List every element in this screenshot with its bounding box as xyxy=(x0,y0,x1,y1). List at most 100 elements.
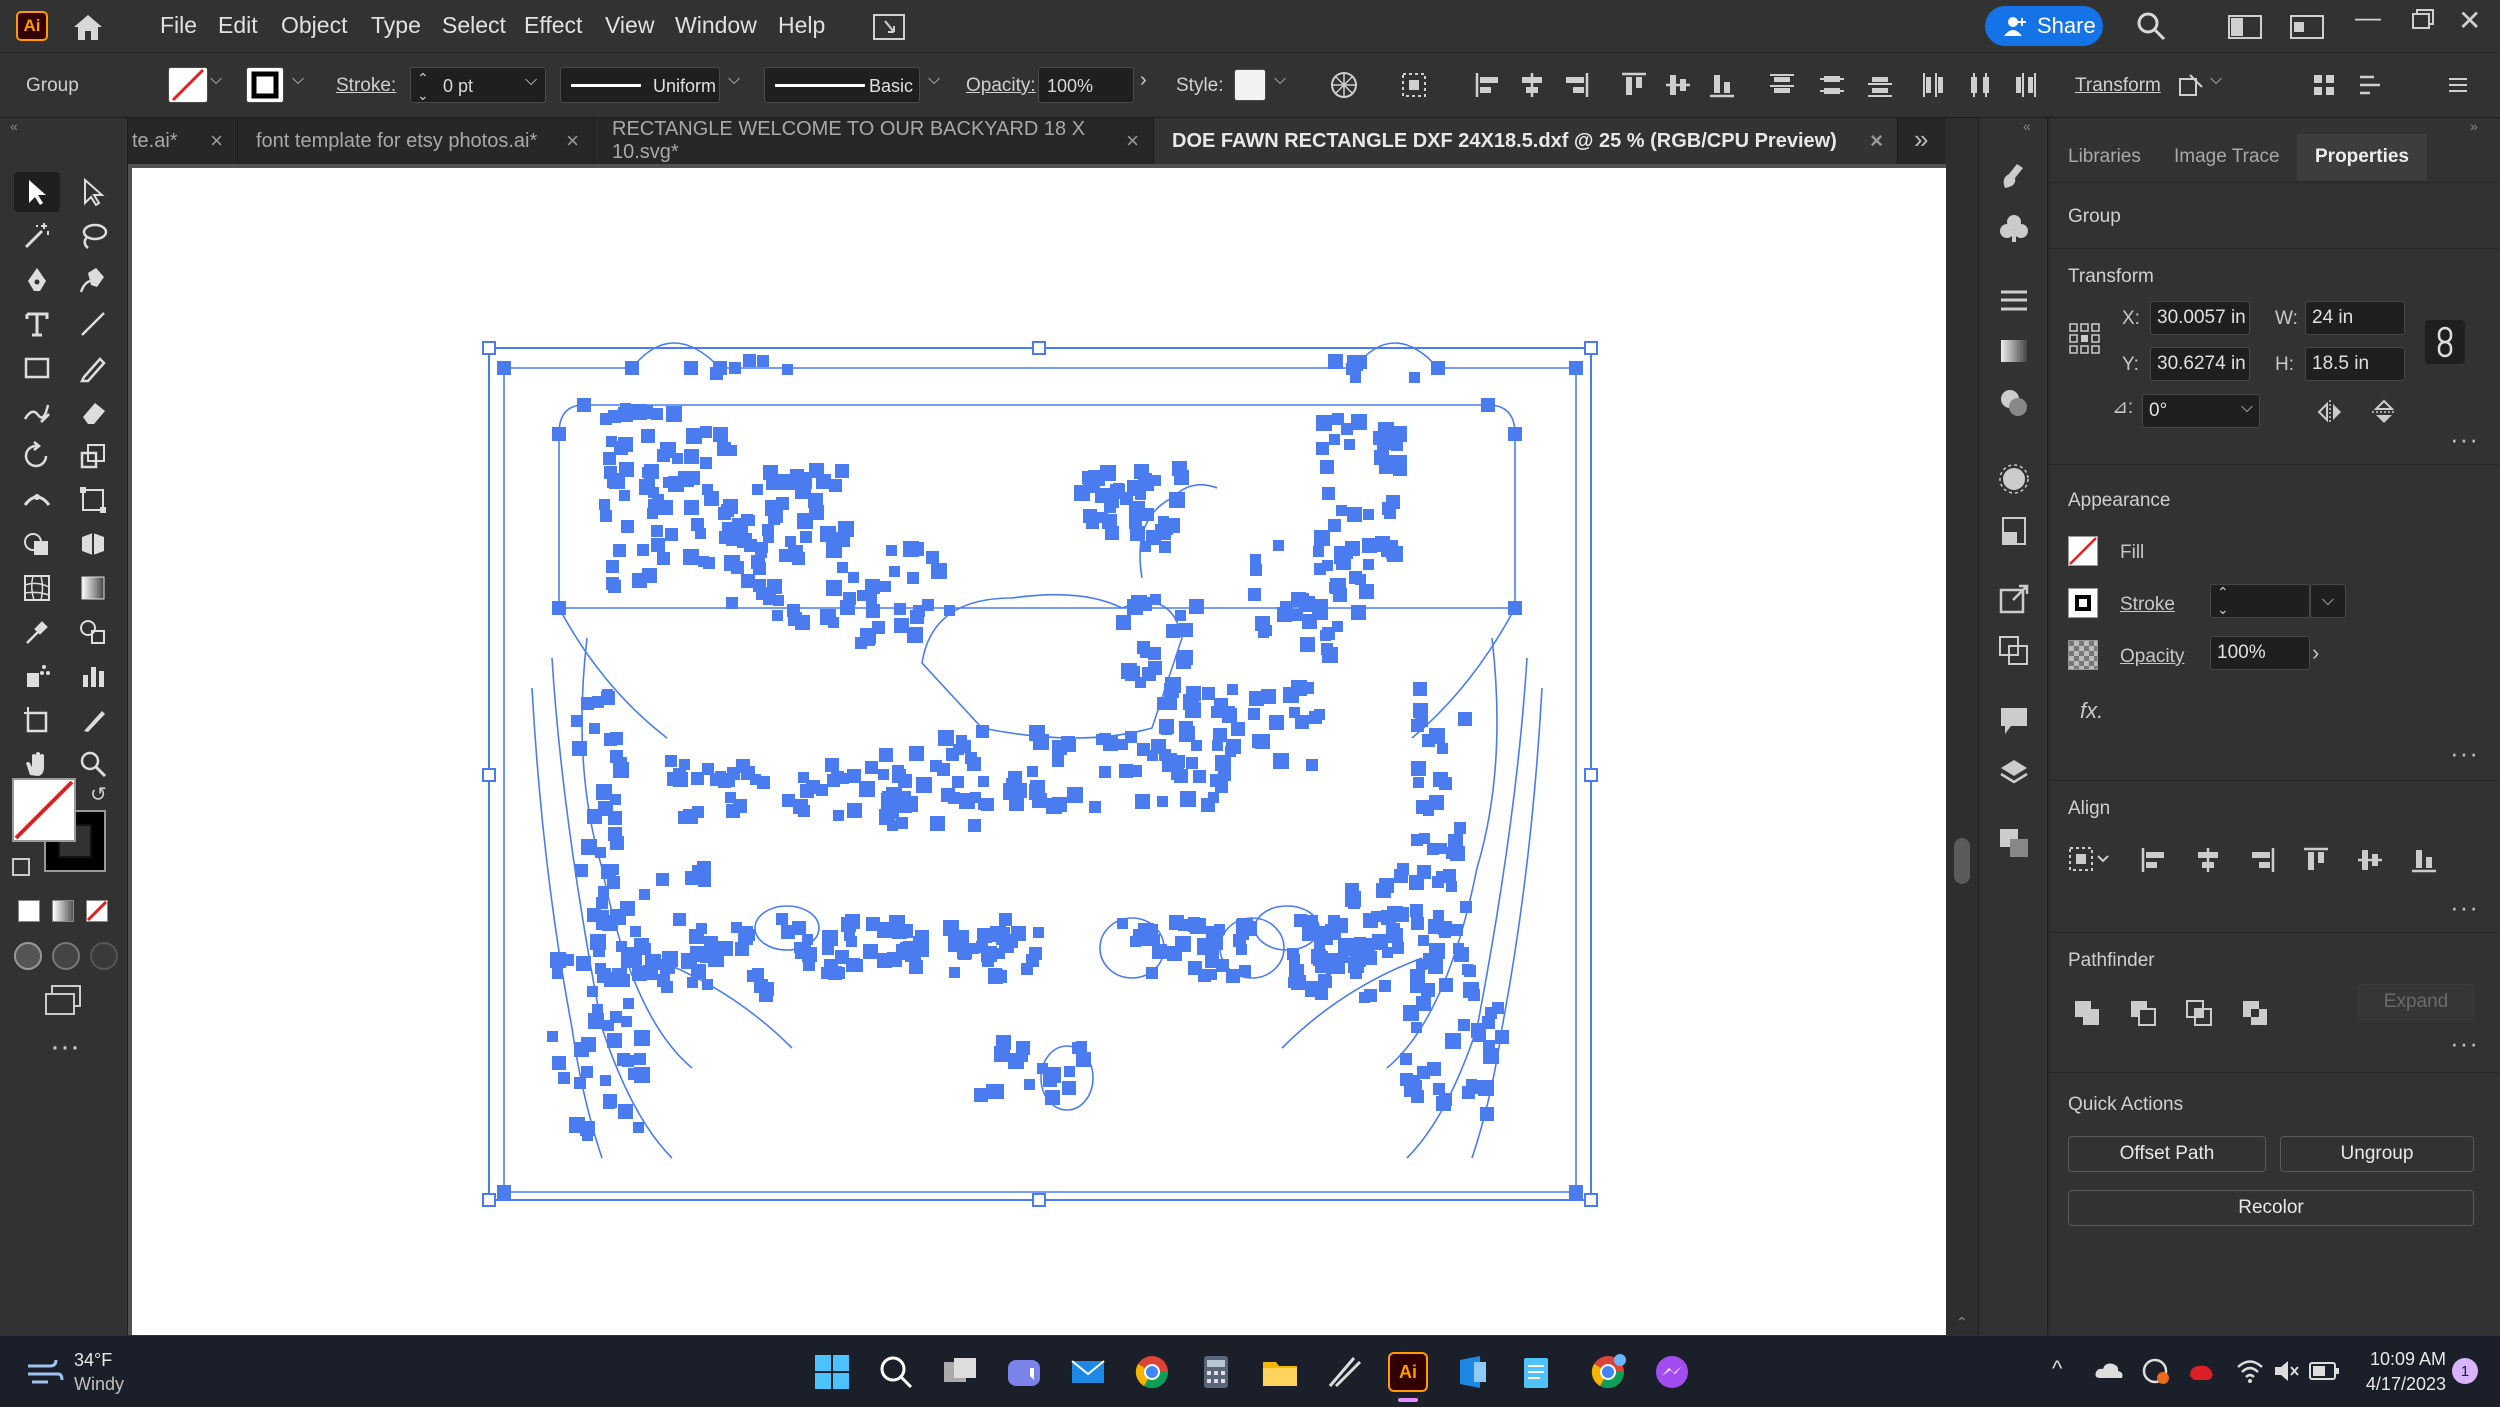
transform-link[interactable]: Transform xyxy=(2075,75,2161,97)
align-left-icon[interactable] xyxy=(1474,71,1502,99)
panel-align-left-icon[interactable] xyxy=(2140,846,2168,874)
height-field[interactable]: 18.5 in xyxy=(2305,347,2405,381)
style-dropdown-icon[interactable]: ⌵ xyxy=(1274,71,1286,89)
more-tabs-icon[interactable]: » xyxy=(1914,124,1928,155)
chrome-icon[interactable] xyxy=(1132,1352,1172,1392)
isolate-group-icon[interactable] xyxy=(2310,71,2338,99)
search-icon[interactable] xyxy=(2135,10,2167,42)
distribute-right-icon[interactable] xyxy=(2010,71,2038,99)
width-field[interactable]: 24 in xyxy=(2305,301,2405,335)
fill-swatch-icon[interactable] xyxy=(168,67,208,103)
transparency-panel-icon[interactable] xyxy=(1997,386,2031,420)
ungroup-button[interactable]: Ungroup xyxy=(2280,1136,2474,1172)
messenger-icon[interactable] xyxy=(1652,1352,1692,1392)
exclude-icon[interactable] xyxy=(2240,998,2270,1028)
appearance-panel-icon[interactable] xyxy=(1997,462,2031,496)
layers-panel-icon[interactable] xyxy=(1997,756,2031,790)
draw-behind-icon[interactable] xyxy=(52,942,80,970)
rotate-field[interactable]: 0° ⌵ xyxy=(2142,394,2260,428)
align-to-dropdown-icon[interactable] xyxy=(2068,844,2114,874)
stroke-weight-panel-field[interactable]: ⌃ ⌄ xyxy=(2210,584,2310,618)
workspace-switcher-icon[interactable] xyxy=(2228,14,2262,40)
stroke-weight-field[interactable]: ⌃ ⌄ 0 pt ⌵ xyxy=(410,67,546,103)
export-panel-icon[interactable] xyxy=(1997,582,2031,616)
weather-temp[interactable]: 34°F xyxy=(74,1350,112,1371)
none-mode-icon[interactable] xyxy=(86,900,108,922)
width-tool-icon[interactable] xyxy=(14,480,60,520)
panel-menu-icon[interactable] xyxy=(2444,71,2472,99)
symbol-sprayer-tool-icon[interactable] xyxy=(14,656,60,696)
clock-date[interactable]: 4/17/2023 xyxy=(2356,1374,2446,1395)
close-window-icon[interactable]: ✕ xyxy=(2458,4,2481,37)
shape-builder-tool-icon[interactable] xyxy=(14,524,60,564)
arrange-panels-icon[interactable] xyxy=(2290,14,2324,40)
mesh-tool-icon[interactable] xyxy=(14,568,60,608)
creative-cloud-tray-icon[interactable] xyxy=(2186,1356,2216,1386)
battery-icon[interactable] xyxy=(2308,1360,2340,1382)
collapse-toolbar-icon[interactable]: « xyxy=(10,118,18,134)
panel-align-right-icon[interactable] xyxy=(2248,846,2276,874)
select-similar-icon[interactable] xyxy=(2356,71,2384,99)
symbols-panel-icon[interactable] xyxy=(1997,212,2031,246)
panel-align-middle-icon[interactable] xyxy=(2356,846,2384,874)
chrome-profile-icon[interactable] xyxy=(1588,1352,1628,1392)
more-align-options-icon[interactable]: ··· xyxy=(2450,892,2479,923)
align-right-icon[interactable] xyxy=(1562,71,1590,99)
menu-window[interactable]: Window xyxy=(675,12,757,39)
distribute-top-icon[interactable] xyxy=(1768,71,1796,99)
menu-file[interactable]: File xyxy=(160,12,197,39)
snipping-tool-icon[interactable] xyxy=(1324,1352,1364,1392)
opacity-field[interactable]: 100% xyxy=(1038,67,1134,103)
type-tool-icon[interactable] xyxy=(14,304,60,344)
fill-color-swatch-front[interactable] xyxy=(12,778,76,842)
free-transform-tool-icon[interactable] xyxy=(70,480,116,520)
stroke-label-panel[interactable]: Stroke xyxy=(2120,594,2175,616)
eraser-tool-icon[interactable] xyxy=(70,392,116,432)
opacity-arrow-icon[interactable]: › xyxy=(1140,69,1147,92)
direct-selection-tool-icon[interactable] xyxy=(70,172,116,212)
align-horizontal-center-icon[interactable] xyxy=(1518,71,1546,99)
menu-edit[interactable]: Edit xyxy=(218,12,258,39)
curvature-tool-icon[interactable] xyxy=(70,260,116,300)
reference-point-icon[interactable] xyxy=(2068,322,2102,356)
illustrator-taskbar-icon[interactable]: Ai xyxy=(1388,1352,1428,1392)
arrange-documents-icon[interactable] xyxy=(872,12,906,42)
unite-icon[interactable] xyxy=(2072,998,2102,1028)
eyedropper-tool-icon[interactable] xyxy=(14,612,60,652)
flip-horizontal-icon[interactable] xyxy=(2316,398,2344,426)
tab-doc-1[interactable]: te.ai* × xyxy=(128,118,238,164)
more-appearance-options-icon[interactable]: ··· xyxy=(2450,738,2479,769)
menu-object[interactable]: Object xyxy=(281,12,347,39)
artboards-panel-icon[interactable] xyxy=(1997,634,2031,668)
stroke-dropdown-icon[interactable]: ⌵ xyxy=(292,71,304,89)
canvas-vertical-scrollbar[interactable]: ⌃ xyxy=(1946,118,1978,1335)
more-transform-options-icon[interactable]: ··· xyxy=(2450,424,2479,455)
menu-type[interactable]: Type xyxy=(371,12,421,39)
close-tab-icon[interactable]: × xyxy=(1870,128,1883,154)
panel-align-center-icon[interactable] xyxy=(2194,846,2222,874)
recolor-button[interactable]: Recolor xyxy=(2068,1190,2474,1226)
scroll-down-icon[interactable]: ⌃ xyxy=(1956,1314,1968,1331)
weather-wind-icon[interactable] xyxy=(24,1354,64,1390)
slice-tool-icon[interactable] xyxy=(70,700,116,740)
tab-libraries[interactable]: Libraries xyxy=(2068,134,2141,180)
rotate-tool-icon[interactable] xyxy=(14,436,60,476)
menu-effect[interactable]: Effect xyxy=(524,12,582,39)
comments-panel-icon[interactable] xyxy=(1997,704,2031,738)
magic-wand-tool-icon[interactable] xyxy=(14,216,60,256)
close-tab-icon[interactable]: × xyxy=(566,128,579,154)
graphic-style-swatch[interactable] xyxy=(1234,69,1266,101)
panel-align-bottom-icon[interactable] xyxy=(2410,846,2438,874)
selected-artwork-group[interactable] xyxy=(132,168,1947,1335)
calculator-icon[interactable] xyxy=(1196,1352,1236,1392)
recolor-artwork-icon[interactable] xyxy=(1330,71,1358,99)
swap-fill-stroke-icon[interactable]: ↺ xyxy=(90,782,107,807)
draw-inside-icon[interactable] xyxy=(90,942,118,970)
stroke-panel-icon[interactable] xyxy=(1997,284,2031,318)
panel-align-top-icon[interactable] xyxy=(2302,846,2330,874)
share-button[interactable]: Share xyxy=(1985,6,2103,46)
tab-image-trace[interactable]: Image Trace xyxy=(2174,134,2280,180)
expand-button[interactable]: Expand xyxy=(2358,984,2474,1020)
distribute-left-icon[interactable] xyxy=(1920,71,1948,99)
selection-tool-icon[interactable] xyxy=(14,172,60,212)
